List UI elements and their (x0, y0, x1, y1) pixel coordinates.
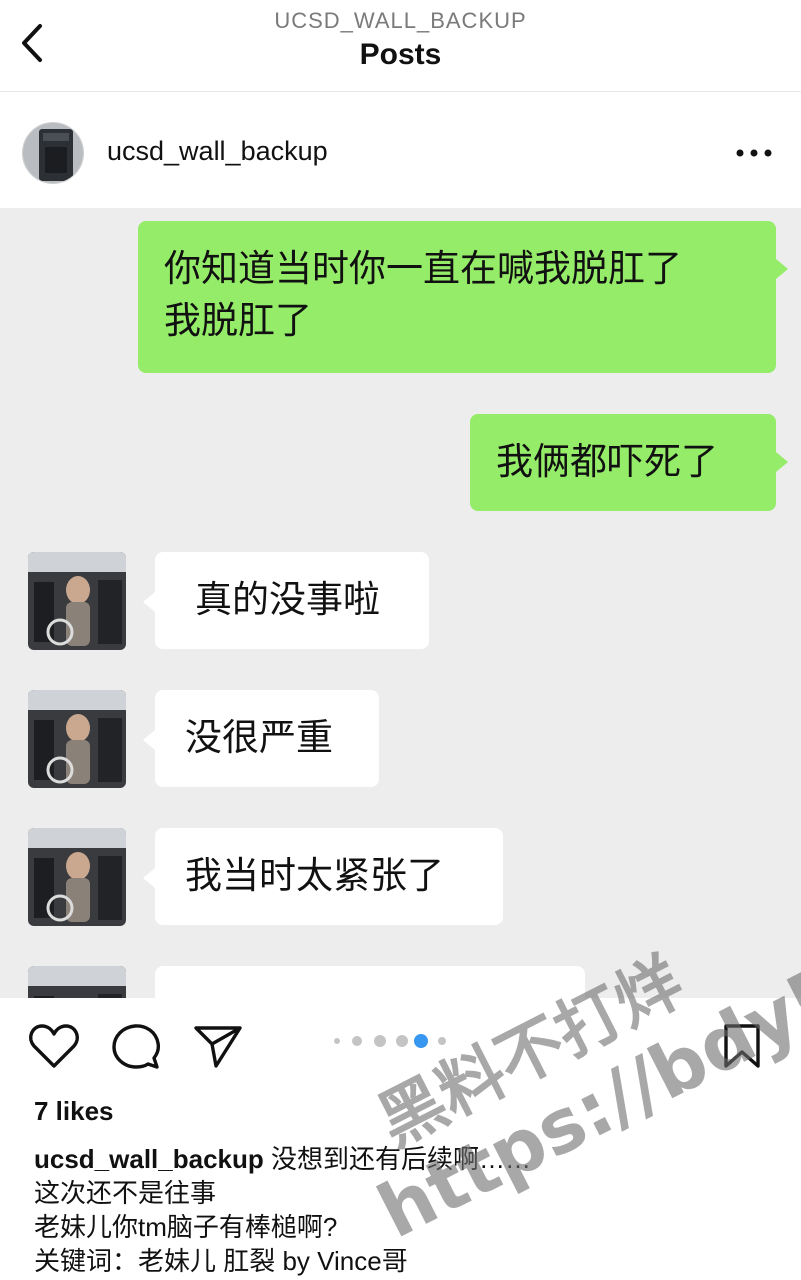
chat-bubble-incoming: 真的没事啦 (155, 552, 429, 649)
post-username[interactable]: ucsd_wall_backup (107, 136, 328, 167)
bubble-tail (143, 592, 155, 612)
carousel-dot (438, 1037, 446, 1045)
chat-avatar (28, 828, 126, 926)
page-title: Posts (359, 38, 442, 71)
chat-bubble-incoming: 没很严重 (155, 690, 379, 787)
heart-icon (29, 1024, 79, 1068)
chat-bubble-outgoing: 我俩都吓死了 (470, 414, 776, 511)
bubble-tail (143, 730, 155, 750)
chat-bubble-outgoing: 你知道当时你一直在喊我脱肛了 我脱肛了 (138, 221, 776, 373)
carousel-dot (352, 1036, 362, 1046)
avatar[interactable] (22, 122, 84, 184)
chat-avatar (28, 966, 126, 998)
more-horizontal-icon (736, 149, 772, 157)
like-button[interactable] (28, 1022, 80, 1070)
carousel-dot (396, 1035, 408, 1047)
chat-message-line: 我当时太紧张了 (185, 854, 444, 897)
carousel-dot (334, 1038, 340, 1044)
chat-message-line: 真的没事啦 (195, 578, 380, 621)
chat-message-line: 我俩都吓死了 (496, 440, 718, 483)
avatar-image (23, 123, 83, 183)
top-nav-bar: UCSD_WALL_BACKUP Posts (0, 0, 801, 92)
chat-bubble-incoming (155, 966, 585, 998)
chat-message-line: 我脱肛了 (164, 299, 312, 342)
comment-button[interactable] (110, 1022, 162, 1070)
chat-message-line: 你知道当时你一直在喊我脱肛了 (164, 247, 682, 290)
chat-avatar (28, 690, 126, 788)
bubble-tail (776, 452, 788, 472)
send-icon (194, 1026, 242, 1068)
chat-message-line: 没很严重 (185, 716, 333, 759)
post-header: ucsd_wall_backup (0, 92, 801, 208)
caption-username[interactable]: ucsd_wall_backup (34, 1144, 264, 1174)
bubble-tail (143, 868, 155, 888)
account-handle: UCSD_WALL_BACKUP (274, 8, 527, 33)
post-image[interactable]: 你知道当时你一直在喊我脱肛了 我脱肛了 我俩都吓死了 真的没事啦 没很严重 我当… (0, 208, 801, 998)
chat-avatar (28, 552, 126, 650)
more-options-button[interactable] (734, 138, 774, 168)
comment-icon (112, 1024, 161, 1069)
bubble-tail (776, 259, 788, 279)
carousel-dot (374, 1035, 386, 1047)
share-button[interactable] (192, 1022, 244, 1070)
chat-bubble-incoming: 我当时太紧张了 (155, 828, 503, 925)
carousel-dot-active (414, 1034, 428, 1048)
